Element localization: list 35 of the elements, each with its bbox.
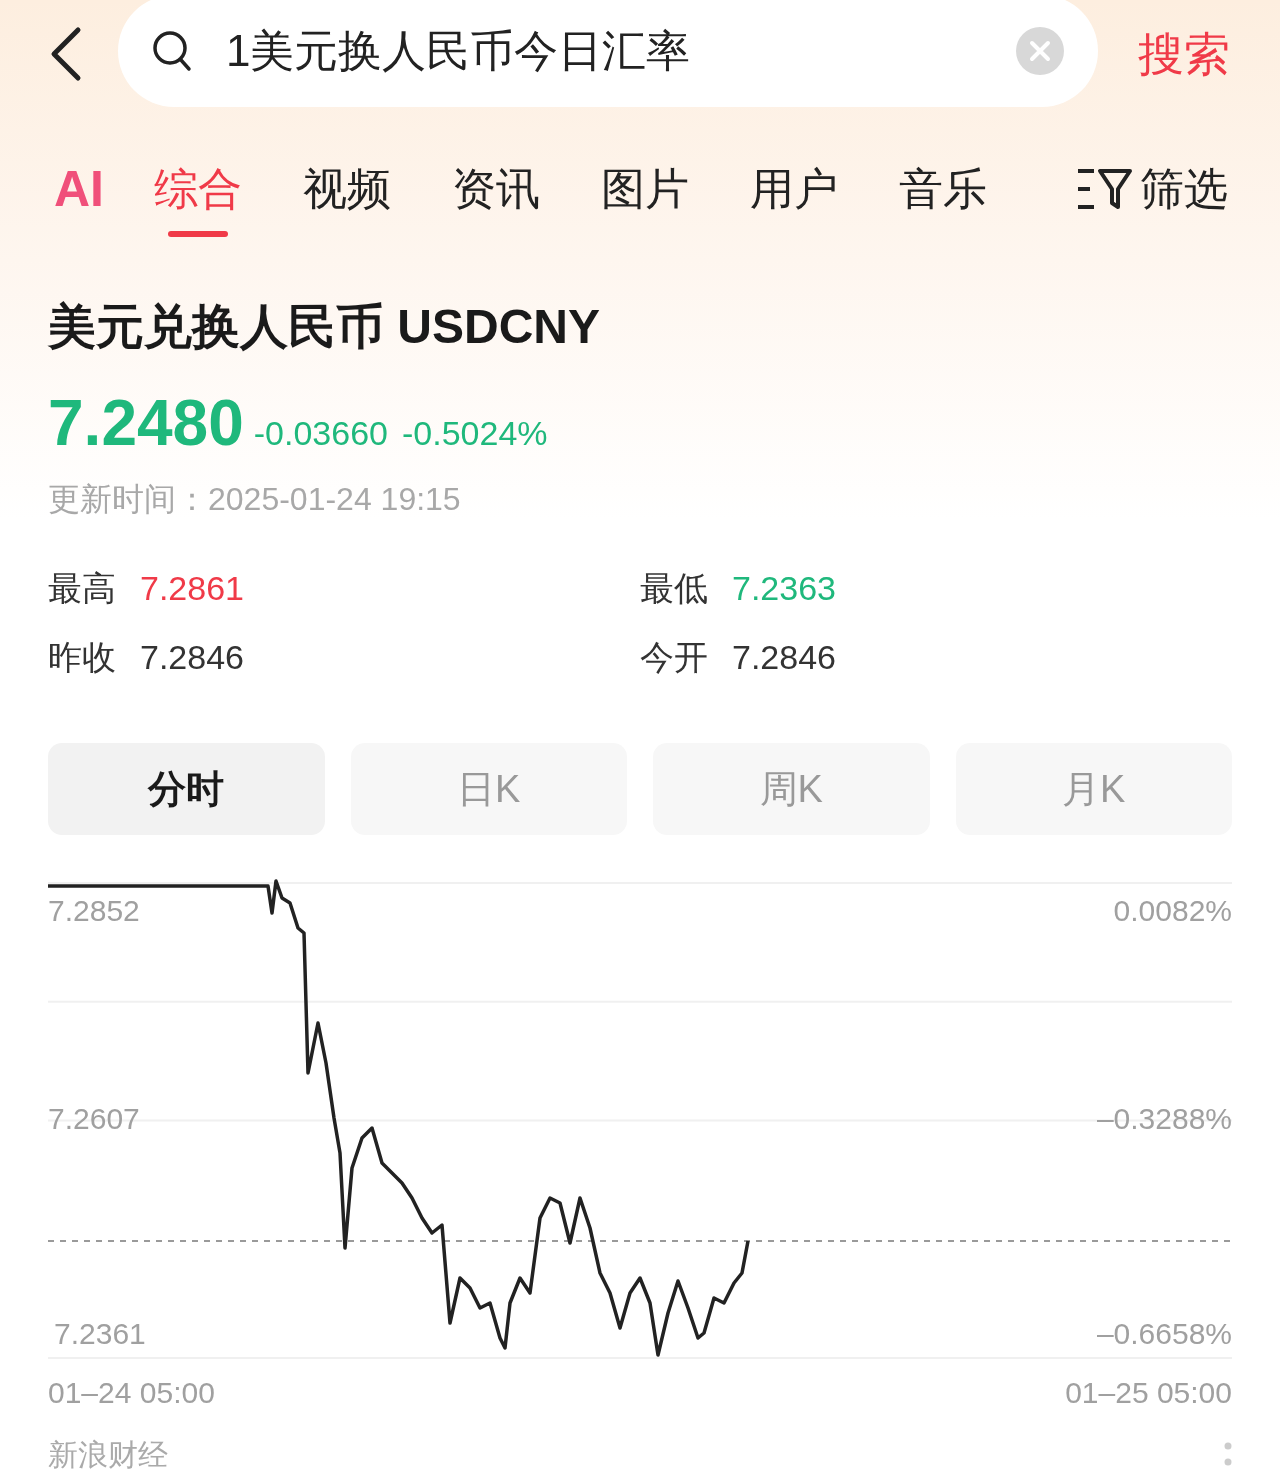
percent-axis-label: –0.6658% xyxy=(1096,1317,1232,1350)
percent-axis-label: 0.0082% xyxy=(1113,894,1232,927)
x-axis-label: 01–24 05:00 xyxy=(48,1376,215,1409)
search-icon xyxy=(152,30,192,72)
price: 7.2480 xyxy=(48,386,244,461)
period-tab[interactable]: 分时 xyxy=(48,743,325,835)
stat-label: 昨收 xyxy=(48,637,117,678)
tab[interactable]: 用户 xyxy=(748,161,840,241)
source-label: 新浪财经 xyxy=(48,1437,168,1470)
search-field[interactable]: 1美元换人民币今日汇率 xyxy=(118,0,1098,107)
tab[interactable]: 视频 xyxy=(301,161,393,241)
update-time: 更新时间：2025-01-24 19:15 xyxy=(48,480,462,519)
quote-title: 美元兑换人民币 USDCNY xyxy=(48,299,602,355)
percent-axis-label: –0.3288% xyxy=(1096,1101,1232,1135)
search-query: 1美元换人民币今日汇率 xyxy=(226,25,692,77)
tab[interactable]: 音乐 xyxy=(897,161,989,241)
filter-icon xyxy=(1076,167,1132,211)
stat-value: 7.2363 xyxy=(732,568,836,609)
filter-button[interactable]: 筛选 xyxy=(1076,161,1228,217)
stat-value: 7.2846 xyxy=(732,637,836,678)
stat-label: 最高 xyxy=(48,568,117,609)
tab[interactable]: 综合 xyxy=(152,161,244,241)
tab[interactable]: 资讯 xyxy=(450,161,542,241)
price-change-percent: -0.5024% xyxy=(402,413,548,454)
y-axis-label: 7.2361 xyxy=(54,1317,146,1350)
tab[interactable]: 图片 xyxy=(599,161,691,241)
clear-icon[interactable] xyxy=(1016,27,1064,75)
stat-value: 7.2846 xyxy=(140,637,244,678)
y-axis-label: 7.2852 xyxy=(48,894,140,927)
stat-label: 今开 xyxy=(640,637,709,678)
y-axis-label: 7.2607 xyxy=(48,1101,140,1135)
x-axis-label: 01–25 05:00 xyxy=(1065,1376,1232,1409)
stat-value: 7.2861 xyxy=(140,568,244,609)
price-change: -0.03660 xyxy=(253,413,388,454)
stat-label: 最低 xyxy=(640,568,709,609)
